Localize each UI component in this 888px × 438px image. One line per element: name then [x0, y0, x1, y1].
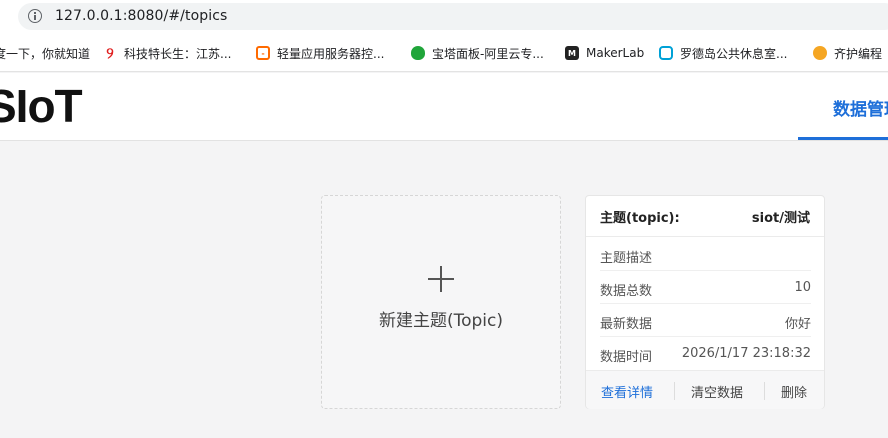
browser-address-bar: 127.0.0.1:8080/#/topics — [0, 0, 888, 34]
bt-shield-icon — [411, 46, 425, 60]
topic-card-actions: 查看详情 清空数据 删除 — [586, 370, 824, 409]
plus-icon — [428, 266, 454, 292]
new-topic-card[interactable]: 新建主题(Topic) — [321, 195, 561, 409]
bookmark-label: 度一下，你就知道 — [0, 46, 91, 61]
bookmarks-bar: 度一下，你就知道 ୨ 科技特长生：江苏... - 轻量应用服务器控... 宝塔面… — [0, 34, 888, 72]
bookmark-lightweight-server[interactable]: - 轻量应用服务器控... — [256, 34, 385, 71]
action-divider — [764, 382, 765, 400]
bookmark-label: 科技特长生：江苏... — [124, 46, 232, 61]
topic-name: siot/测试 — [751, 211, 810, 226]
clear-data-button[interactable]: 清空数据 — [691, 382, 743, 401]
data-count-row: 数据总数 10 — [600, 271, 811, 304]
row-key: 最新数据 — [600, 317, 653, 332]
topic-label: 主题(topic): — [600, 211, 680, 226]
topic-card-header: 主题(topic): siot/测试 — [586, 196, 824, 237]
bookmark-label: MakerLab — [586, 46, 645, 60]
bookmark-rhodes-island[interactable]: 罗德岛公共休息室... — [659, 34, 788, 71]
swirl-icon: ୨ — [106, 44, 114, 62]
row-key: 主题描述 — [600, 251, 653, 266]
bilibili-icon — [659, 46, 673, 60]
site-info-icon[interactable] — [28, 9, 42, 23]
latest-data-row: 最新数据 你好 — [600, 304, 811, 337]
delete-button[interactable]: 删除 — [781, 382, 807, 401]
bookmark-makerlab[interactable]: M MakerLab — [565, 34, 645, 71]
siot-logo[interactable]: SIoT — [0, 79, 83, 133]
row-value: 10 — [794, 280, 811, 295]
bookmark-label: 轻量应用服务器控... — [277, 46, 385, 61]
bookmark-label: 齐护编程 — [834, 46, 883, 61]
data-time-row: 数据时间 2026/1/17 23:18:32 — [600, 337, 811, 370]
tab-data-management[interactable]: 数据管理 — [833, 95, 888, 120]
row-key: 数据总数 — [600, 284, 653, 299]
qihu-icon — [813, 46, 827, 60]
topic-card: 主题(topic): siot/测试 主题描述 数据总数 10 最新数据 你好 … — [585, 195, 825, 409]
bookmark-label: 宝塔面板-阿里云专... — [432, 46, 544, 61]
row-value: 你好 — [784, 317, 811, 332]
new-topic-label: 新建主题(Topic) — [378, 311, 504, 331]
bookmark-bt-panel[interactable]: 宝塔面板-阿里云专... — [411, 34, 544, 71]
aliyun-icon: - — [256, 46, 270, 60]
app-header: SIoT 数据管理 — [0, 73, 888, 141]
topic-description-row: 主题描述 — [600, 238, 811, 271]
bookmark-tech-student[interactable]: ୨ 科技特长生：江苏... — [103, 34, 232, 71]
bookmark-qihu[interactable]: 齐护编程 — [813, 34, 883, 71]
bookmark-baidu[interactable]: 度一下，你就知道 — [0, 34, 91, 71]
row-value: 2026/1/17 23:18:32 — [681, 346, 811, 361]
url-field[interactable]: 127.0.0.1:8080/#/topics — [18, 3, 888, 30]
view-details-button[interactable]: 查看详情 — [601, 382, 653, 401]
active-tab-indicator — [798, 137, 888, 140]
url-text[interactable]: 127.0.0.1:8080/#/topics — [55, 8, 227, 24]
makerlab-icon: M — [565, 46, 579, 60]
bookmark-label: 罗德岛公共休息室... — [680, 46, 788, 61]
row-key: 数据时间 — [600, 350, 653, 365]
action-divider — [674, 382, 675, 400]
